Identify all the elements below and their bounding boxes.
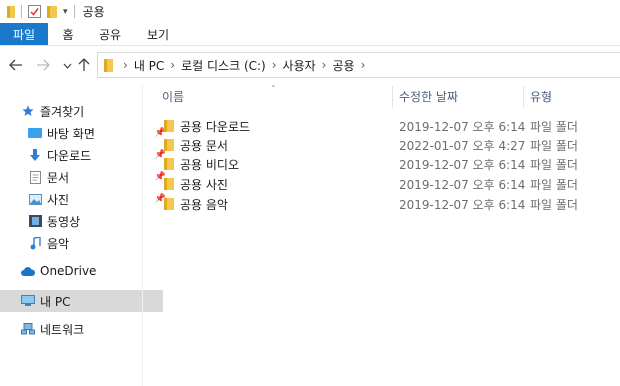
download-icon xyxy=(28,148,42,162)
file-name: 공용 음악 xyxy=(180,198,228,212)
file-date: 2019-12-07 오후 6:14 xyxy=(399,198,526,212)
chevron-right-icon: › xyxy=(123,58,128,72)
file-type: 파일 폴더 xyxy=(530,120,578,134)
pane-divider[interactable] xyxy=(142,84,143,386)
sidebar-item-pictures[interactable]: 사진 📌 xyxy=(0,188,170,210)
sidebar-item-label: 네트워크 xyxy=(40,322,85,337)
column-header-label: 이름 xyxy=(162,89,185,104)
chevron-right-icon[interactable]: › xyxy=(322,58,327,72)
breadcrumb-local-disk[interactable]: 로컬 디스크 (C:) xyxy=(181,57,266,74)
video-icon xyxy=(28,214,42,228)
file-name: 공용 문서 xyxy=(180,139,228,153)
sidebar-item-this-pc[interactable]: 내 PC xyxy=(0,290,163,312)
forward-button[interactable] xyxy=(35,57,51,73)
file-type: 파일 폴더 xyxy=(530,198,578,212)
breadcrumb-users[interactable]: 사용자 xyxy=(283,57,316,74)
column-header-type[interactable]: 유형 xyxy=(530,84,618,108)
title-bar: ▾ 공용 xyxy=(0,0,620,23)
column-separator[interactable] xyxy=(523,86,524,108)
folder-icon xyxy=(164,139,174,154)
sidebar-item-quick-access[interactable]: 즐겨찾기 xyxy=(0,100,163,122)
file-type: 파일 폴더 xyxy=(530,139,578,153)
sidebar-item-label: 동영상 xyxy=(47,214,81,229)
navigation-pane: 즐겨찾기 바탕 화면 📌 다운로드 📌 문서 📌 사진 📌 동영상 음악 One… xyxy=(0,92,166,386)
up-button[interactable] xyxy=(76,57,92,73)
chevron-right-icon[interactable]: › xyxy=(361,58,366,72)
window-title: 공용 xyxy=(82,5,105,19)
tab-share[interactable]: 공유 xyxy=(88,23,132,45)
sidebar-item-label: 음악 xyxy=(47,236,70,251)
title-separator xyxy=(73,5,75,18)
sidebar-item-music[interactable]: 음악 xyxy=(0,232,170,254)
pictures-icon xyxy=(28,192,42,206)
sidebar-item-label: 즐겨찾기 xyxy=(40,104,85,119)
music-icon xyxy=(28,236,42,250)
star-icon xyxy=(21,104,35,118)
address-bar[interactable]: › 내 PC › 로컬 디스크 (C:) › 사용자 › 공용 › xyxy=(97,52,620,78)
quick-access-dropdown-icon[interactable]: ▾ xyxy=(63,7,68,17)
sidebar-item-label: 바탕 화면 xyxy=(47,126,95,141)
folder-icon xyxy=(164,198,174,213)
sidebar-item-network[interactable]: 네트워크 xyxy=(0,318,163,340)
table-row[interactable]: 공용 음악 2019-12-07 오후 6:14 파일 폴더 xyxy=(159,193,620,213)
sidebar-item-documents[interactable]: 문서 📌 xyxy=(0,166,170,188)
file-name: 공용 다운로드 xyxy=(180,120,251,134)
file-date: 2019-12-07 오후 6:14 xyxy=(399,158,526,172)
ribbon-tabs: 파일 홈 공유 보기 xyxy=(0,23,620,46)
chevron-right-icon[interactable]: › xyxy=(272,58,277,72)
sidebar-item-label: 다운로드 xyxy=(47,148,92,163)
cloud-icon xyxy=(21,264,35,278)
sidebar-item-videos[interactable]: 동영상 xyxy=(0,210,170,232)
breadcrumb-this-pc[interactable]: 내 PC xyxy=(134,57,164,74)
title-separator xyxy=(21,5,22,18)
desktop-icon xyxy=(28,126,42,140)
sidebar-item-desktop[interactable]: 바탕 화면 📌 xyxy=(0,122,170,144)
new-folder-icon[interactable] xyxy=(47,5,57,18)
sidebar-item-label: OneDrive xyxy=(40,264,97,278)
tab-file[interactable]: 파일 xyxy=(0,23,48,45)
sidebar-item-label: 문서 xyxy=(47,170,70,185)
back-button[interactable] xyxy=(8,57,24,73)
tab-home[interactable]: 홈 xyxy=(48,23,88,45)
recent-locations-button[interactable] xyxy=(59,58,75,74)
document-icon xyxy=(28,170,42,184)
sidebar-item-label: 사진 xyxy=(47,192,70,207)
folder-icon xyxy=(104,58,113,72)
folder-icon xyxy=(7,5,15,18)
table-row[interactable]: 공용 비디오 2019-12-07 오후 6:14 파일 폴더 xyxy=(159,153,620,173)
file-date: 2019-12-07 오후 6:14 xyxy=(399,120,526,134)
column-header-date[interactable]: 수정한 날짜 xyxy=(399,84,521,108)
chevron-right-icon[interactable]: › xyxy=(170,58,175,72)
network-icon xyxy=(21,322,35,336)
file-type: 파일 폴더 xyxy=(530,158,578,172)
computer-icon xyxy=(21,294,35,308)
column-header-label: 유형 xyxy=(530,89,553,104)
file-date: 2022-01-07 오후 4:27 xyxy=(399,139,526,153)
tab-view[interactable]: 보기 xyxy=(132,23,184,45)
column-separator[interactable] xyxy=(392,86,393,108)
sidebar-item-label: 내 PC xyxy=(40,294,71,309)
properties-icon[interactable] xyxy=(28,5,41,18)
breadcrumb-public[interactable]: 공용 xyxy=(332,57,354,74)
table-row[interactable]: 공용 사진 2019-12-07 오후 6:14 파일 폴더 xyxy=(159,173,620,193)
file-date: 2019-12-07 오후 6:14 xyxy=(399,178,526,192)
table-row[interactable]: 공용 문서 2022-01-07 오후 4:27 파일 폴더 xyxy=(159,134,620,154)
sidebar-item-onedrive[interactable]: OneDrive xyxy=(0,260,163,282)
file-name: 공용 비디오 xyxy=(180,158,240,172)
file-name: 공용 사진 xyxy=(180,178,228,192)
file-type: 파일 폴더 xyxy=(530,178,578,192)
table-row[interactable]: 공용 다운로드 2019-12-07 오후 6:14 파일 폴더 xyxy=(159,115,620,135)
folder-icon xyxy=(164,178,174,193)
folder-icon xyxy=(164,158,174,173)
column-header-label: 수정한 날짜 xyxy=(399,89,459,104)
column-header-name[interactable]: 이름 xyxy=(162,84,392,108)
folder-icon xyxy=(164,120,174,135)
sidebar-item-downloads[interactable]: 다운로드 📌 xyxy=(0,144,170,166)
